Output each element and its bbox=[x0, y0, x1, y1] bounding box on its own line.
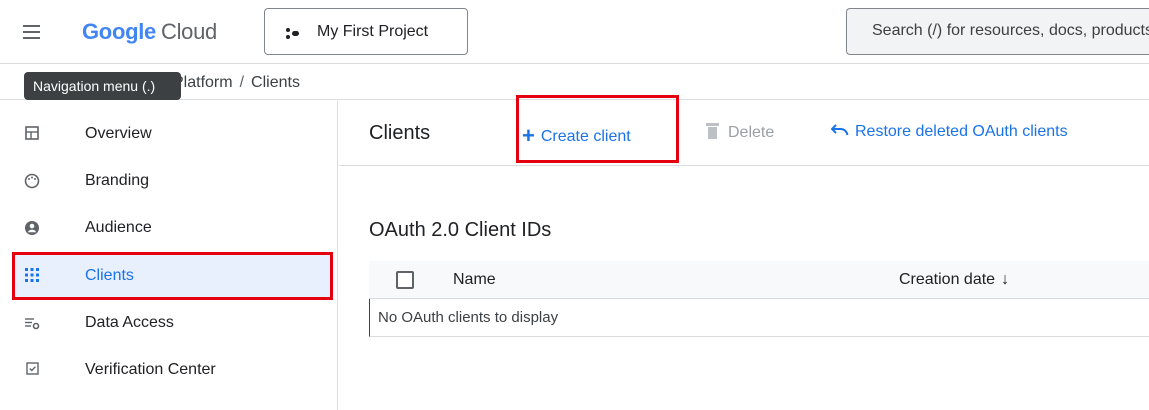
project-label: My First Project bbox=[317, 23, 429, 40]
column-header-creation-date[interactable]: Creation date ↓ bbox=[899, 271, 1009, 289]
search-input[interactable] bbox=[872, 22, 1149, 40]
sidebar-item-label: Clients bbox=[85, 267, 134, 284]
sidebar-item-label: Data Access bbox=[85, 314, 174, 331]
delete-button[interactable]: Delete bbox=[706, 123, 774, 142]
hamburger-menu-icon[interactable] bbox=[20, 20, 44, 44]
project-dots-icon bbox=[286, 28, 300, 40]
section-title: OAuth 2.0 Client IDs bbox=[369, 219, 552, 241]
checkbox-icon bbox=[24, 362, 40, 378]
sort-arrow-down-icon: ↓ bbox=[1001, 271, 1010, 288]
logo-google-text: Google bbox=[82, 19, 156, 44]
breadcrumb-separator: / bbox=[239, 74, 245, 91]
dashboard-icon bbox=[24, 126, 40, 142]
sidebar-item-overview[interactable]: Overview bbox=[12, 112, 332, 156]
palette-icon bbox=[24, 173, 40, 189]
delete-label: Delete bbox=[728, 124, 775, 141]
empty-message: No OAuth clients to display bbox=[378, 309, 559, 326]
select-all-checkbox[interactable] bbox=[396, 271, 414, 289]
sidebar-item-data-access[interactable]: Data Access bbox=[12, 301, 332, 345]
breadcrumb-text: Platform / Clients bbox=[173, 74, 300, 92]
restore-label: Restore deleted OAuth clients bbox=[855, 123, 1068, 140]
sidebar-item-label: Verification Center bbox=[85, 361, 216, 378]
top-bar: Google Cloud My First Project bbox=[0, 0, 1149, 64]
sidebar-item-label: Audience bbox=[85, 219, 152, 236]
account-circle-icon bbox=[24, 220, 40, 236]
apps-grid-icon bbox=[24, 268, 40, 284]
tune-gear-icon bbox=[24, 315, 40, 331]
table-empty-row: No OAuth clients to display bbox=[369, 299, 1149, 337]
creation-date-label: Creation date bbox=[899, 271, 996, 288]
search-bar[interactable] bbox=[846, 8, 1149, 55]
table-header: Name Creation date ↓ bbox=[369, 261, 1149, 299]
sidebar-item-label: Branding bbox=[85, 172, 150, 189]
breadcrumb-platform-link[interactable]: Platform bbox=[173, 74, 233, 91]
navigation-menu-tooltip: Navigation menu (.) bbox=[24, 72, 181, 100]
sidebar-item-clients[interactable]: Clients bbox=[12, 254, 332, 298]
trash-icon bbox=[706, 123, 719, 139]
plus-icon: + bbox=[522, 123, 535, 148]
toolbar-divider bbox=[339, 165, 1149, 166]
undo-icon bbox=[830, 123, 849, 141]
logo-cloud-text: Cloud bbox=[160, 19, 217, 44]
restore-deleted-clients-button[interactable]: Restore deleted OAuth clients bbox=[830, 123, 1068, 141]
sidebar-item-verification-center[interactable]: Verification Center bbox=[12, 348, 332, 392]
project-selector-button[interactable]: My First Project bbox=[264, 8, 468, 55]
sidebar-item-label: Overview bbox=[85, 125, 152, 142]
page-title: Clients bbox=[369, 122, 431, 144]
create-client-button[interactable]: + Create client bbox=[522, 123, 631, 149]
breadcrumb-current: Clients bbox=[251, 74, 300, 91]
column-header-name[interactable]: Name bbox=[453, 271, 496, 289]
sidebar-item-audience[interactable]: Audience bbox=[12, 206, 332, 250]
google-cloud-logo[interactable]: Google Cloud bbox=[82, 19, 217, 45]
sidebar-item-branding[interactable]: Branding bbox=[12, 159, 332, 203]
create-client-label: Create client bbox=[540, 128, 631, 145]
